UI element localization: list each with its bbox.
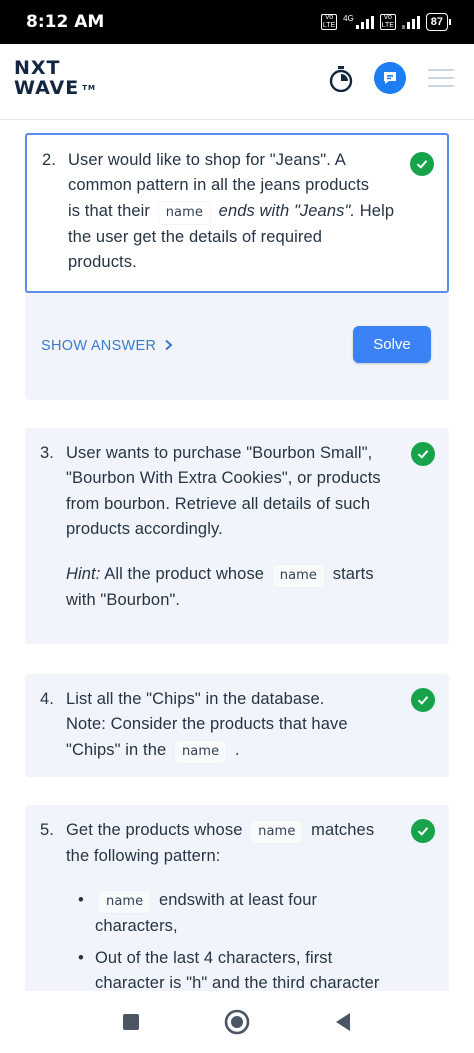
question-line: is that their name ends with "Jeans". He… xyxy=(68,199,397,225)
signal-icon-2 xyxy=(401,15,420,29)
text: Out of the last 4 characters, first xyxy=(95,948,333,967)
code-name: name xyxy=(157,200,211,225)
android-nav-bar xyxy=(0,991,474,1053)
question-number: 3. xyxy=(40,444,54,462)
bullet-item: • name endswith at least four characters… xyxy=(66,888,439,939)
question-line: the following pattern: xyxy=(66,847,221,865)
network-type: 4G xyxy=(343,13,354,23)
completed-check-icon xyxy=(410,152,434,176)
code-name: name xyxy=(173,739,228,764)
question-2-box[interactable]: 2. User would like to shop for "Jeans". … xyxy=(25,133,449,293)
code-name: name xyxy=(98,890,152,915)
recent-apps-icon[interactable] xyxy=(122,1013,140,1031)
text: Get the products whose xyxy=(66,821,243,839)
completed-check-icon xyxy=(411,819,435,843)
chat-bubble-icon xyxy=(384,72,396,84)
show-answer-label: SHOW ANSWER xyxy=(41,338,157,354)
back-icon[interactable] xyxy=(334,1012,352,1032)
status-bar: 8:12 AM Vo LTE 4G Vo LTE 87 xyxy=(0,0,474,44)
chevron-right-icon xyxy=(164,339,173,351)
text: All the product whose xyxy=(104,564,265,583)
italic-text: ends with "Jeans". xyxy=(218,201,356,220)
battery-level: 87 xyxy=(430,16,443,28)
question-line: List all the "Chips" in the database. xyxy=(66,690,325,708)
question-line: "Chips" in the name . xyxy=(66,738,399,764)
question-5-text: 5. Get the products whose name matches t… xyxy=(40,818,439,991)
show-answer-link[interactable]: SHOW ANSWER xyxy=(41,338,173,354)
question-line: User wants to purchase "Bourbon Small", xyxy=(66,444,373,462)
question-line: products. xyxy=(68,253,137,272)
bullet-dot: • xyxy=(78,948,84,967)
question-2-text: 2. User would like to shop for "Jeans". … xyxy=(42,148,397,271)
text: . xyxy=(234,740,240,759)
nxtwave-logo[interactable]: NXT WAVE TM xyxy=(14,58,96,98)
text: endswith at least four xyxy=(158,891,318,910)
completed-check-icon xyxy=(411,442,435,466)
text: is that their xyxy=(68,201,151,220)
hamburger-menu-icon[interactable] xyxy=(428,69,454,87)
pattern-bullet-list: • name endswith at least four characters… xyxy=(66,888,439,991)
home-icon[interactable] xyxy=(224,1009,250,1035)
signal-icon xyxy=(355,15,374,29)
text: Help xyxy=(359,201,395,220)
status-icons: Vo LTE 4G Vo LTE 87 xyxy=(321,13,452,31)
code-name: name xyxy=(250,820,304,844)
text: "Chips" in the xyxy=(66,740,167,759)
battery-icon: 87 xyxy=(425,13,452,31)
hint-line: with "Bourbon". xyxy=(66,590,181,609)
question-line: User would like to shop for "Jeans". A xyxy=(68,151,346,169)
logo-line1: NXT xyxy=(14,57,61,79)
volte-icon-2: Vo LTE xyxy=(379,14,396,30)
timer-icon[interactable] xyxy=(329,66,353,92)
chat-icon[interactable] xyxy=(374,62,406,94)
code-name: name xyxy=(271,563,326,588)
logo-line2: WAVE xyxy=(14,77,80,99)
question-card-5[interactable]: 5. Get the products whose name matches t… xyxy=(25,805,449,991)
completed-check-icon xyxy=(411,688,435,712)
question-line: Get the products whose name matches xyxy=(66,818,439,844)
question-line: "Bourbon With Extra Cookies", or product… xyxy=(66,469,381,488)
text: characters, xyxy=(95,917,178,936)
bullet-dot: • xyxy=(78,891,84,910)
question-number: 4. xyxy=(40,690,54,708)
volte-icon: Vo LTE xyxy=(321,14,338,30)
question-card-4[interactable]: 4. List all the "Chips" in the database.… xyxy=(25,674,449,777)
logo-tm: TM xyxy=(82,84,96,92)
question-number: 5. xyxy=(40,821,54,839)
text: character is "h" and the third character xyxy=(95,974,380,991)
hint-label: Hint: xyxy=(66,564,101,583)
question-card-3[interactable]: 3. User wants to purchase "Bourbon Small… xyxy=(25,428,449,644)
status-time: 8:12 AM xyxy=(26,12,105,32)
question-list[interactable]: 2. User would like to shop for "Jeans". … xyxy=(0,121,474,991)
question-3-text: 3. User wants to purchase "Bourbon Small… xyxy=(40,441,399,609)
question-4-text: 4. List all the "Chips" in the database.… xyxy=(40,687,399,764)
question-card-2: 2. User would like to shop for "Jeans". … xyxy=(25,133,449,400)
hint-line: Hint: All the product whose name starts xyxy=(66,562,399,588)
text: matches xyxy=(311,821,375,839)
bullet-item: • Out of the last 4 characters, first ch… xyxy=(66,946,439,991)
question-line: Note: Consider the products that have xyxy=(66,715,348,734)
question-line: products accordingly. xyxy=(66,520,223,539)
question-number: 2. xyxy=(42,151,56,169)
question-line: the user get the details of required xyxy=(68,227,323,246)
solve-button[interactable]: Solve xyxy=(353,326,431,363)
question-line: common pattern in all the jeans products xyxy=(68,176,370,195)
question-line: from bourbon. Retrieve all details of su… xyxy=(66,494,371,513)
text: starts xyxy=(332,564,374,583)
